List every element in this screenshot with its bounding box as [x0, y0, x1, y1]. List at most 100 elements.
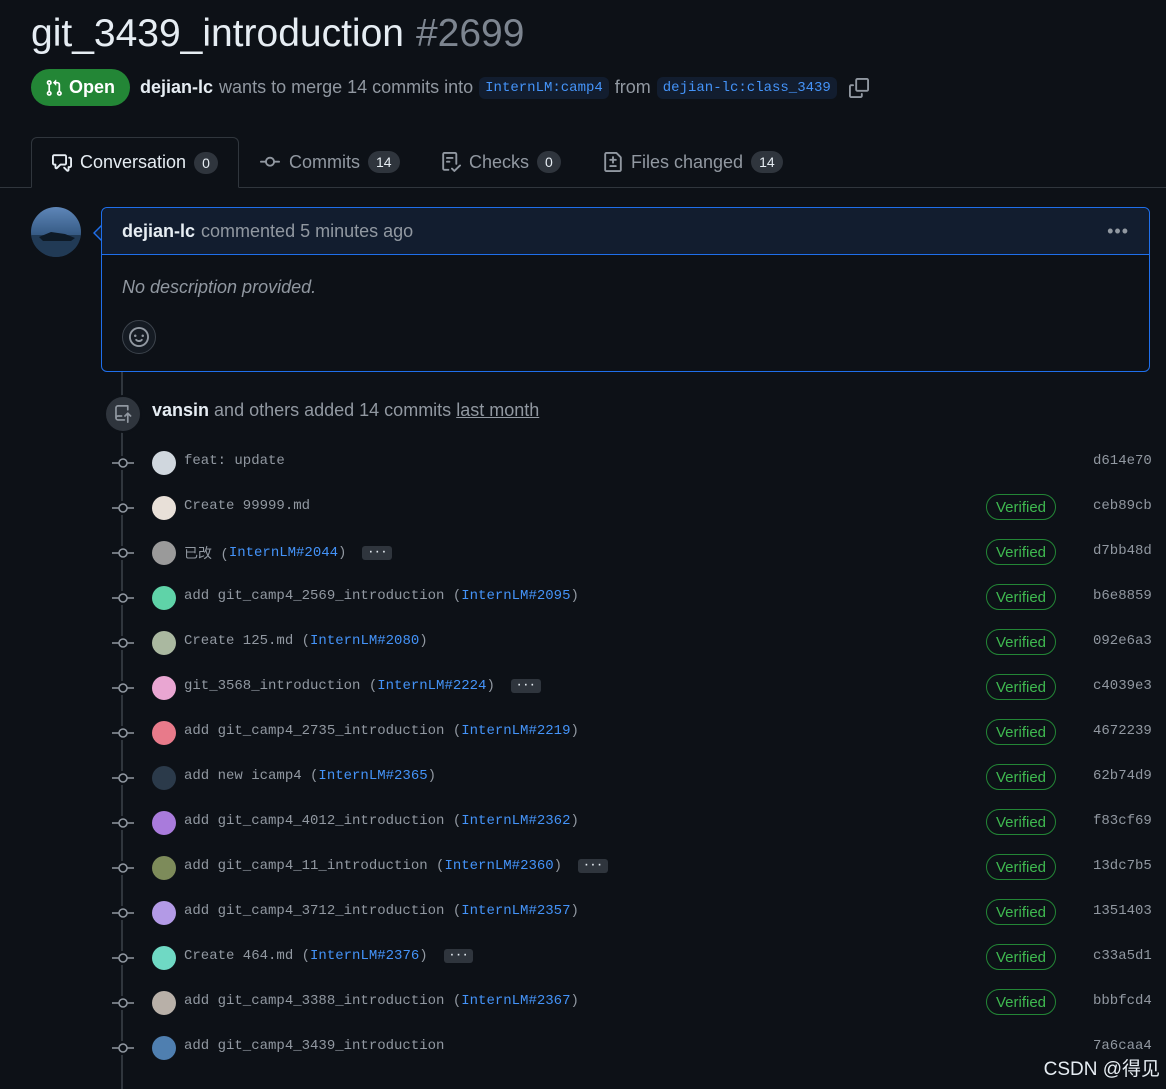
verified-badge[interactable]: Verified: [986, 584, 1056, 610]
commit-ref-link[interactable]: InternLM#2365: [318, 768, 427, 784]
git-commit-icon: [112, 456, 134, 470]
commit-sha-link[interactable]: c33a5d1: [1093, 948, 1152, 964]
commit-ref-link[interactable]: InternLM#2219: [461, 723, 570, 739]
commit-author-avatar[interactable]: [152, 991, 176, 1015]
commit-sha-link[interactable]: c4039e3: [1093, 678, 1152, 694]
expand-commit-button[interactable]: ···: [510, 679, 541, 693]
kebab-menu-icon[interactable]: •••: [1107, 221, 1129, 242]
verified-badge[interactable]: Verified: [986, 809, 1056, 835]
verified-badge[interactable]: Verified: [986, 764, 1056, 790]
commit-ref-close: ): [553, 858, 563, 874]
commit-message-text[interactable]: git_3568_introduction (: [184, 678, 377, 694]
commit-sha-link[interactable]: f83cf69: [1093, 813, 1152, 829]
commit-ref-link[interactable]: InternLM#2362: [461, 813, 570, 829]
event-time-link[interactable]: last month: [456, 400, 539, 420]
avatar[interactable]: [31, 207, 81, 257]
commit-message-text[interactable]: Create 125.md (: [184, 633, 310, 649]
commit-author-avatar[interactable]: [152, 586, 176, 610]
commit-message-text[interactable]: add git_camp4_11_introduction (: [184, 858, 444, 874]
commit-author-avatar[interactable]: [152, 1036, 176, 1060]
commit-author-avatar[interactable]: [152, 721, 176, 745]
commit-message-text[interactable]: add git_camp4_2735_introduction (: [184, 723, 461, 739]
tab-checks[interactable]: Checks 0: [441, 137, 561, 187]
comment-author[interactable]: dejian-lc: [122, 221, 195, 242]
git-commit-icon: [112, 771, 134, 785]
commit-author-avatar[interactable]: [152, 451, 176, 475]
commit-ref-link[interactable]: InternLM#2376: [310, 948, 419, 964]
verified-badge[interactable]: Verified: [986, 944, 1056, 970]
commit-sha-link[interactable]: b6e8859: [1093, 588, 1152, 604]
git-commit-icon: [112, 906, 134, 920]
commit-message-text[interactable]: Create 464.md (: [184, 948, 310, 964]
tab-conversation[interactable]: Conversation 0: [31, 137, 239, 188]
commit-message: add git_camp4_4012_introduction (InternL…: [184, 813, 579, 829]
commit-message-text[interactable]: add git_camp4_3712_introduction (: [184, 903, 461, 919]
expand-commit-button[interactable]: ···: [578, 859, 608, 873]
commit-author-avatar[interactable]: [152, 811, 176, 835]
commit-message-text[interactable]: add git_camp4_4012_introduction (: [184, 813, 461, 829]
commit-author-avatar[interactable]: [152, 676, 176, 700]
commit-ref-link[interactable]: InternLM#2367: [461, 993, 570, 1009]
tab-checks-count: 0: [537, 151, 561, 173]
commit-author-avatar[interactable]: [152, 856, 176, 880]
commit-message-text[interactable]: feat: update: [184, 453, 285, 469]
add-reaction-button[interactable]: [122, 320, 156, 354]
verified-badge[interactable]: Verified: [986, 494, 1056, 520]
commit-sha-link[interactable]: bbbfcd4: [1093, 993, 1152, 1009]
verified-badge[interactable]: Verified: [986, 719, 1056, 745]
commit-message-text[interactable]: add git_camp4_3388_introduction (: [184, 993, 461, 1009]
commit-author-avatar[interactable]: [152, 496, 176, 520]
commit-row: git_3568_introduction (InternLM#2224) ···…: [0, 671, 1166, 716]
copy-branch-button[interactable]: [848, 77, 869, 98]
base-branch[interactable]: InternLM:camp4: [479, 76, 609, 99]
commit-sha-link[interactable]: d614e70: [1093, 453, 1152, 469]
commit-author-avatar[interactable]: [152, 541, 176, 565]
commit-row: add git_camp4_3388_introduction (InternL…: [0, 986, 1166, 1031]
commit-message-text[interactable]: add git_camp4_3439_introduction: [184, 1038, 444, 1054]
verified-badge[interactable]: Verified: [986, 899, 1056, 925]
commit-ref-link[interactable]: InternLM#2044: [229, 545, 338, 561]
pr-author-link[interactable]: dejian-lc: [140, 77, 213, 98]
event-text: and others added 14 commits: [214, 400, 452, 420]
commit-ref-link[interactable]: InternLM#2095: [461, 588, 570, 604]
expand-commit-button[interactable]: ···: [443, 949, 474, 963]
checklist-icon: [442, 152, 461, 172]
commit-sha-link[interactable]: 7a6caa4: [1093, 1038, 1152, 1054]
git-commit-icon: [112, 816, 134, 830]
verified-badge[interactable]: Verified: [986, 539, 1056, 565]
event-author[interactable]: vansin: [152, 400, 209, 420]
verified-badge[interactable]: Verified: [986, 674, 1056, 700]
tab-files-changed[interactable]: Files changed 14: [603, 137, 783, 187]
git-commit-icon: [112, 501, 134, 515]
tab-commits[interactable]: Commits 14: [259, 137, 400, 187]
commit-sha-link[interactable]: 4672239: [1093, 723, 1152, 739]
commit-message: add git_camp4_3712_introduction (InternL…: [184, 903, 579, 919]
commit-sha-link[interactable]: 1351403: [1093, 903, 1152, 919]
pr-meta: Open dejian-lc wants to merge 14 commits…: [31, 69, 869, 106]
commit-message-text[interactable]: add new icamp4 (: [184, 768, 318, 784]
commit-sha-link[interactable]: d7bb48d: [1093, 543, 1152, 559]
commit-author-avatar[interactable]: [152, 631, 176, 655]
expand-commit-button[interactable]: ···: [362, 546, 393, 560]
verified-badge[interactable]: Verified: [986, 629, 1056, 655]
pr-tabs: Conversation 0 Commits 14 Checks 0 Files…: [0, 137, 1166, 188]
verified-badge[interactable]: Verified: [986, 989, 1056, 1015]
commit-author-avatar[interactable]: [152, 766, 176, 790]
commit-sha-link[interactable]: 092e6a3: [1093, 633, 1152, 649]
commit-ref-link[interactable]: InternLM#2360: [444, 858, 553, 874]
commit-ref-link[interactable]: InternLM#2357: [461, 903, 570, 919]
tab-conversation-count: 0: [194, 151, 218, 174]
commit-ref-link[interactable]: InternLM#2080: [310, 633, 419, 649]
commit-message-text[interactable]: Create 99999.md: [184, 498, 310, 514]
commit-ref-close: ): [419, 633, 428, 649]
commit-author-avatar[interactable]: [152, 946, 176, 970]
commit-ref-link[interactable]: InternLM#2224: [377, 678, 486, 694]
commit-sha-link[interactable]: 62b74d9: [1093, 768, 1152, 784]
commit-message-text[interactable]: 已改 (: [184, 543, 229, 563]
verified-badge[interactable]: Verified: [986, 854, 1056, 880]
head-branch[interactable]: dejian-lc:class_3439: [656, 76, 837, 99]
commit-message-text[interactable]: add git_camp4_2569_introduction (: [184, 588, 461, 604]
commit-author-avatar[interactable]: [152, 901, 176, 925]
commit-sha-link[interactable]: ceb89cb: [1093, 498, 1152, 514]
commit-sha-link[interactable]: 13dc7b5: [1093, 858, 1152, 874]
